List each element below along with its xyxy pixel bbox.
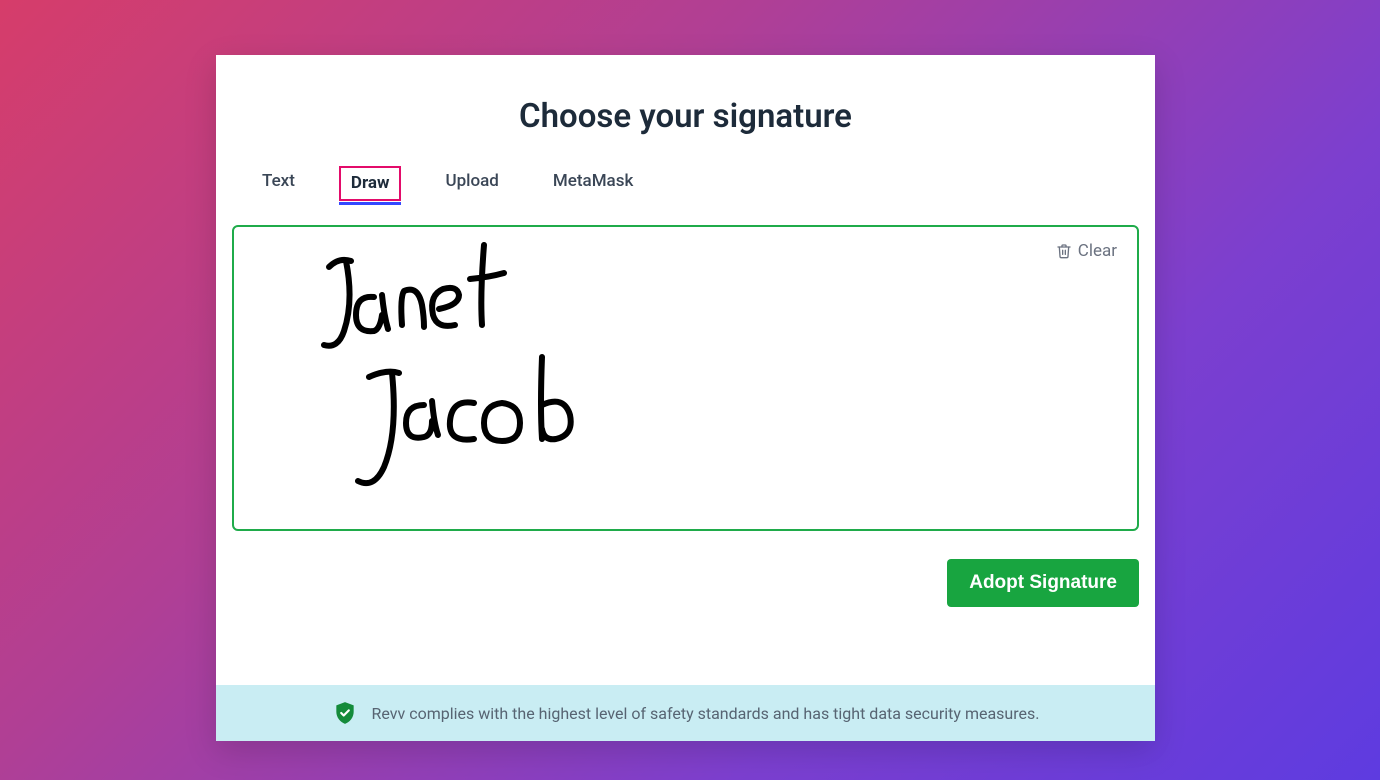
signature-modal: Choose your signature Text Draw Upload M… [216, 55, 1155, 741]
tab-text[interactable]: Text [252, 166, 305, 197]
drawn-signature [274, 227, 634, 517]
shield-check-icon [332, 700, 358, 726]
tab-metamask[interactable]: MetaMask [543, 166, 643, 197]
clear-label: Clear [1078, 241, 1117, 261]
adopt-signature-button[interactable]: Adopt Signature [947, 559, 1139, 607]
page-background: Choose your signature Text Draw Upload M… [0, 0, 1380, 780]
compliance-message: Revv complies with the highest level of … [372, 704, 1040, 723]
trash-icon [1056, 243, 1072, 259]
signature-canvas[interactable]: Clear [232, 225, 1139, 531]
clear-button[interactable]: Clear [1056, 241, 1117, 261]
action-row: Adopt Signature [216, 531, 1155, 607]
modal-title: Choose your signature [216, 97, 1155, 136]
compliance-footer: Revv complies with the highest level of … [216, 685, 1155, 741]
signature-tabs: Text Draw Upload MetaMask [252, 166, 1155, 201]
tab-draw[interactable]: Draw [339, 166, 402, 201]
tab-upload[interactable]: Upload [435, 166, 508, 197]
